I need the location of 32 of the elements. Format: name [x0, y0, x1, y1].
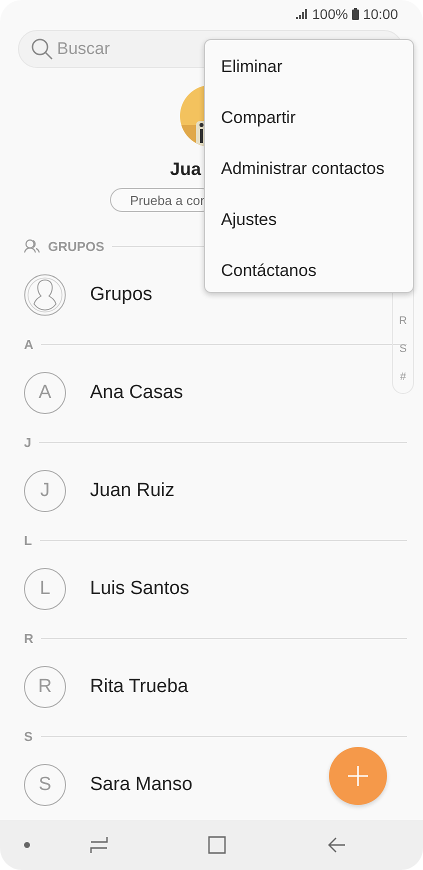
- back-icon: [327, 837, 345, 853]
- contact-item[interactable]: A Ana Casas: [0, 357, 199, 429]
- list-item[interactable]: Grupos: [0, 259, 168, 331]
- menu-item[interactable]: Compartir: [205, 92, 413, 143]
- section-letter: J: [24, 434, 32, 450]
- section-letter: A: [24, 336, 34, 352]
- contact-item[interactable]: J Juan Ruiz: [0, 455, 190, 527]
- plus-icon: [348, 766, 368, 786]
- contact-initial: J: [24, 470, 66, 512]
- battery-percent: 100%: [312, 6, 348, 22]
- signal-icon: [296, 9, 308, 19]
- clock: 10:00: [362, 6, 398, 22]
- section-header: GRUPOS: [48, 238, 104, 254]
- home-icon: [208, 836, 226, 854]
- contact-item[interactable]: S Sara Manso: [0, 749, 208, 821]
- recents-icon: [90, 837, 108, 853]
- section-letter: S: [24, 728, 33, 744]
- contact-initial: L: [24, 568, 66, 610]
- contact-initial: S: [24, 764, 66, 806]
- contact-item[interactable]: R Rita Trueba: [0, 651, 204, 723]
- section-letter: R: [24, 630, 34, 646]
- add-button[interactable]: [329, 747, 387, 805]
- person-icon: [24, 274, 66, 316]
- menu-item[interactable]: Eliminar: [205, 41, 413, 92]
- battery-icon: [352, 8, 359, 20]
- section-letter: L: [24, 532, 32, 548]
- contact-initial: A: [24, 372, 66, 414]
- contact-item[interactable]: L Luis Santos: [0, 553, 206, 625]
- dot-icon: [24, 842, 30, 848]
- groups-icon: [24, 239, 40, 253]
- contact-initial: R: [24, 666, 66, 708]
- profile-name: Jua: [170, 159, 202, 180]
